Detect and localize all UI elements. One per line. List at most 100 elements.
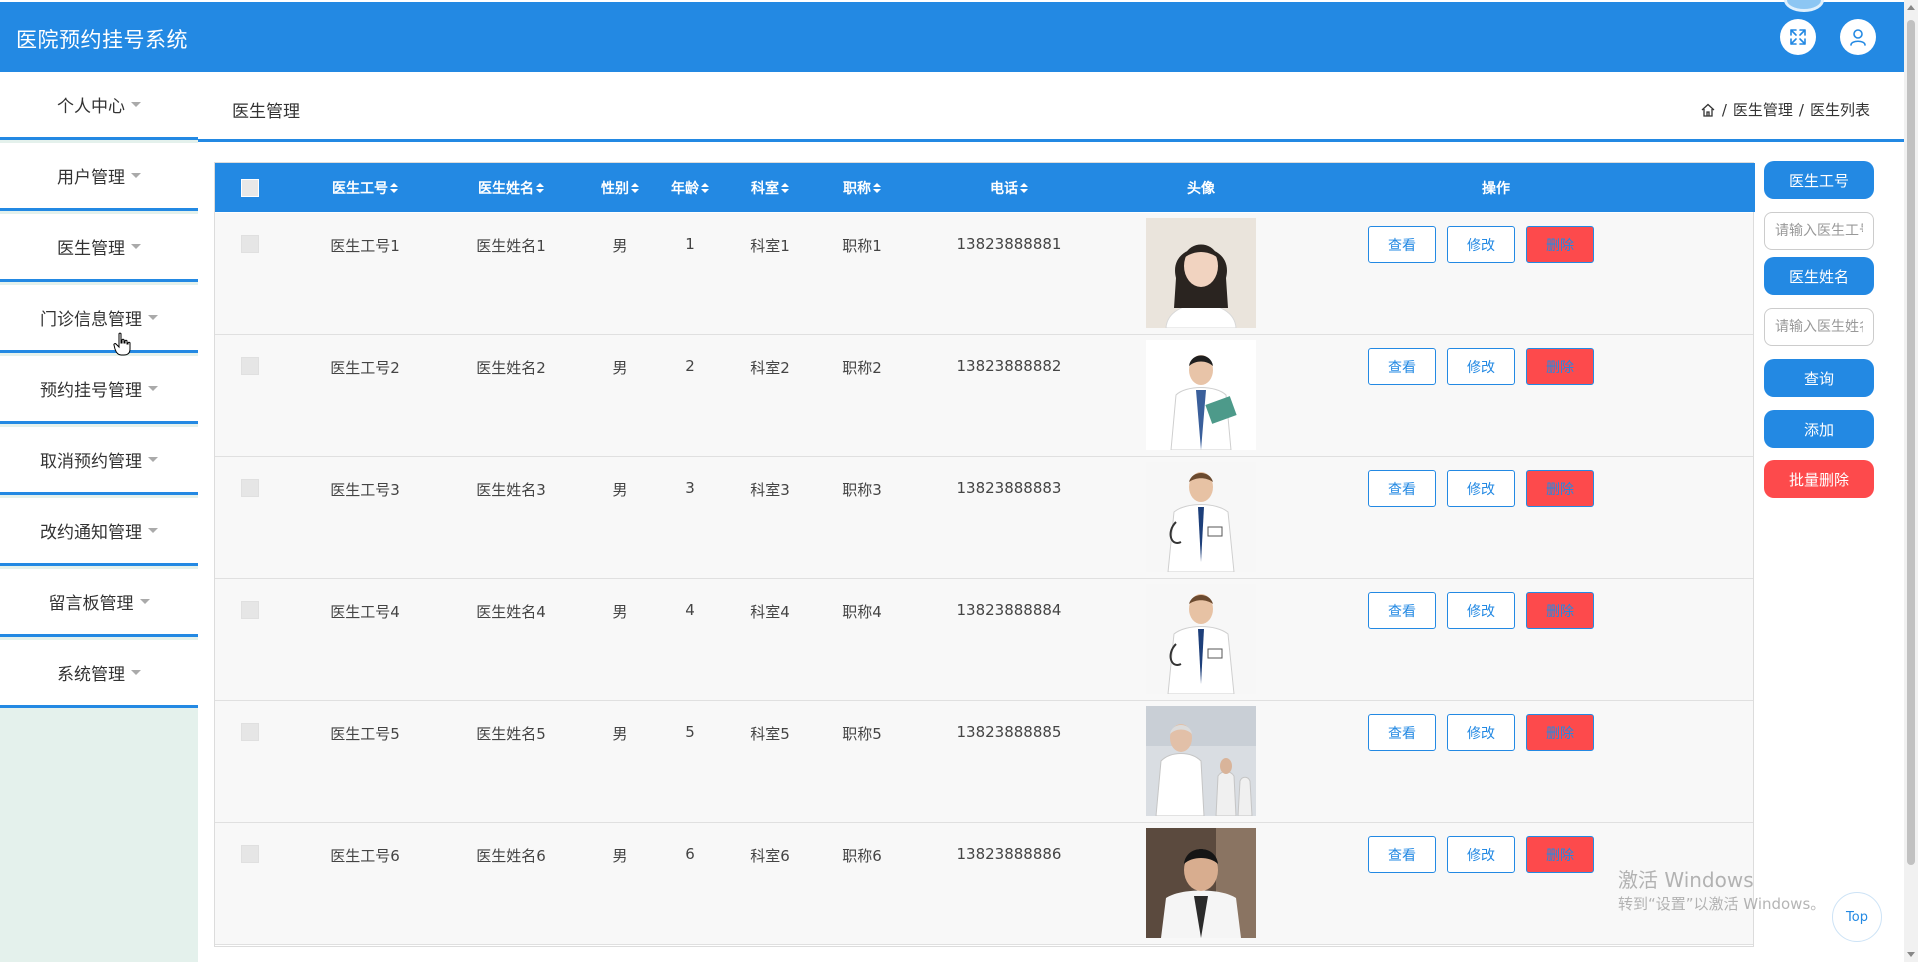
doctor-avatar-image [1146, 218, 1256, 328]
delete-button[interactable]: 删除 [1526, 348, 1594, 385]
sidebar-item-label: 系统管理 [57, 665, 125, 685]
cell-phone: 13823888884 [956, 601, 1062, 619]
sidebar-item-label: 个人中心 [57, 97, 125, 117]
caret-down-icon [131, 244, 141, 249]
content-header: 医生管理 / 医生管理 / 医生列表 [198, 72, 1904, 142]
view-button[interactable]: 查看 [1368, 226, 1436, 263]
page-title: 医生管理 [232, 102, 300, 122]
doctor-id-search-input[interactable] [1764, 212, 1874, 250]
cell-age: 5 [685, 723, 695, 741]
caret-down-icon [148, 315, 158, 320]
sidebar-item-personal-center[interactable]: 个人中心 [0, 72, 198, 140]
edit-button[interactable]: 修改 [1447, 226, 1515, 263]
table-row: 医生工号2 医生姓名2 男 2 科室2 职称2 13823888882 查看 修… [215, 335, 1753, 457]
view-button[interactable]: 查看 [1368, 592, 1436, 629]
sidebar-item-clinic-info[interactable]: 门诊信息管理 [0, 285, 198, 353]
user-profile-button[interactable] [1840, 19, 1876, 55]
scroll-down-arrow-icon[interactable] [1907, 952, 1915, 957]
row-checkbox[interactable] [241, 357, 259, 375]
edit-button[interactable]: 修改 [1447, 348, 1515, 385]
cell-phone: 13823888882 [956, 357, 1062, 375]
cell-title: 职称4 [842, 603, 882, 621]
view-button[interactable]: 查看 [1368, 470, 1436, 507]
user-icon [1850, 29, 1866, 46]
column-header-gender[interactable]: 性别 [585, 163, 655, 212]
table-header: 医生工号 医生姓名 性别 年龄 科室 职称 电话 头像 操作 [215, 163, 1755, 212]
cell-gender: 男 [612, 603, 628, 621]
row-checkbox[interactable] [241, 601, 259, 619]
cell-dept: 科室1 [750, 237, 790, 255]
doctor-avatar-image [1146, 462, 1256, 572]
sidebar-item-cancel-appointment[interactable]: 取消预约管理 [0, 427, 198, 495]
column-header-dept[interactable]: 科室 [735, 163, 805, 212]
sidebar-item-label: 用户管理 [57, 168, 125, 188]
column-header-age[interactable]: 年龄 [655, 163, 725, 212]
cell-gender: 男 [612, 359, 628, 377]
doctor-id-label: 医生工号 [1764, 161, 1874, 199]
delete-button[interactable]: 删除 [1526, 592, 1594, 629]
cell-gender: 男 [612, 481, 628, 499]
delete-button[interactable]: 删除 [1526, 836, 1594, 873]
delete-button[interactable]: 删除 [1526, 470, 1594, 507]
row-checkbox[interactable] [241, 723, 259, 741]
column-header-id[interactable]: 医生工号 [305, 163, 425, 212]
delete-button[interactable]: 删除 [1526, 226, 1594, 263]
row-checkbox[interactable] [241, 479, 259, 497]
breadcrumb: / 医生管理 / 医生列表 [1700, 99, 1870, 120]
scrollbar-thumb[interactable] [1907, 20, 1915, 865]
sidebar-item-doctor-management[interactable]: 医生管理 [0, 214, 198, 282]
view-button[interactable]: 查看 [1368, 836, 1436, 873]
caret-down-icon [139, 599, 150, 604]
sort-icon [1020, 182, 1028, 193]
breadcrumb-doctor-management[interactable]: 医生管理 [1733, 99, 1793, 120]
batch-delete-button[interactable]: 批量删除 [1764, 460, 1874, 498]
row-checkbox[interactable] [241, 845, 259, 863]
doctor-name-label: 医生姓名 [1764, 257, 1874, 295]
column-header-label: 医生姓名 [478, 180, 534, 197]
sidebar-item-system-management[interactable]: 系统管理 [0, 640, 198, 708]
column-header-label: 科室 [751, 180, 779, 197]
sidebar-item-appointment[interactable]: 预约挂号管理 [0, 356, 198, 424]
vertical-scrollbar[interactable] [1904, 0, 1918, 962]
back-to-top-button[interactable]: Top [1832, 892, 1882, 942]
sidebar: 个人中心 用户管理 医生管理 门诊信息管理 预约挂号管理 取消预约管理 改约通知… [0, 72, 198, 962]
column-header-title[interactable]: 职称 [822, 163, 902, 212]
edit-button[interactable]: 修改 [1447, 470, 1515, 507]
doctor-avatar-image [1146, 706, 1256, 816]
sidebar-item-user-management[interactable]: 用户管理 [0, 143, 198, 211]
sidebar-item-reschedule-notice[interactable]: 改约通知管理 [0, 498, 198, 566]
sidebar-item-label: 取消预约管理 [40, 452, 142, 472]
column-header-label: 操作 [1482, 180, 1510, 197]
row-checkbox[interactable] [241, 235, 259, 253]
view-button[interactable]: 查看 [1368, 348, 1436, 385]
cell-name: 医生姓名6 [476, 847, 546, 865]
cell-name: 医生姓名4 [476, 603, 546, 621]
query-button[interactable]: 查询 [1764, 359, 1874, 397]
caret-down-icon [131, 102, 141, 107]
cell-age: 2 [685, 357, 695, 375]
scroll-up-arrow-icon[interactable] [1907, 5, 1915, 10]
doctor-avatar-image [1146, 340, 1256, 450]
cell-dept: 科室5 [750, 725, 790, 743]
edit-button[interactable]: 修改 [1447, 714, 1515, 751]
cell-gender: 男 [612, 237, 628, 255]
fullscreen-button[interactable] [1780, 19, 1816, 55]
cell-phone: 13823888885 [956, 723, 1062, 741]
edit-button[interactable]: 修改 [1447, 836, 1515, 873]
sidebar-item-message-board[interactable]: 留言板管理 [0, 569, 198, 637]
view-button[interactable]: 查看 [1368, 714, 1436, 751]
delete-button[interactable]: 删除 [1526, 714, 1594, 751]
column-header-phone[interactable]: 电话 [934, 163, 1084, 212]
sidebar-item-label: 门诊信息管理 [40, 310, 142, 330]
column-header-avatar: 头像 [1151, 163, 1251, 212]
sort-icon [781, 182, 789, 193]
column-header-name[interactable]: 医生姓名 [451, 163, 571, 212]
sort-icon [390, 182, 398, 193]
home-icon[interactable] [1700, 102, 1716, 118]
doctor-name-search-input[interactable] [1764, 308, 1874, 346]
app-title: 医院预约挂号系统 [16, 28, 188, 52]
cell-age: 3 [685, 479, 695, 497]
edit-button[interactable]: 修改 [1447, 592, 1515, 629]
select-all-checkbox[interactable] [241, 178, 259, 197]
add-button[interactable]: 添加 [1764, 410, 1874, 448]
